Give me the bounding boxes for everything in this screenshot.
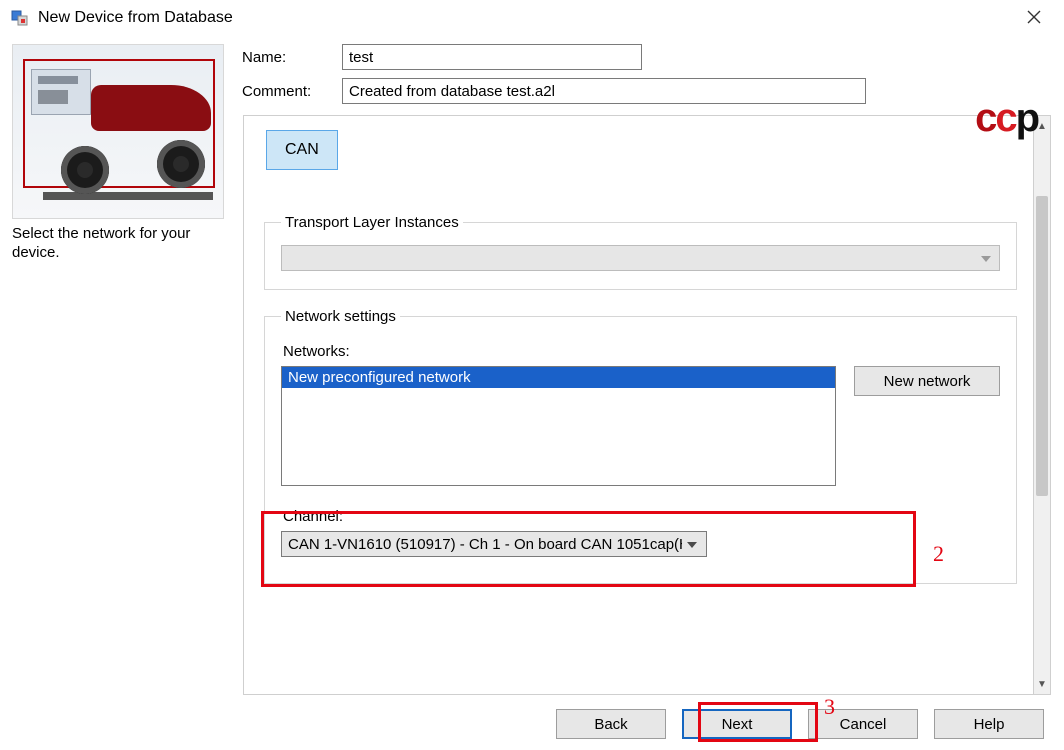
annotation-number-3: 3 [824, 694, 835, 720]
name-label: Name: [242, 49, 342, 66]
wizard-footer: Back Next Cancel Help 3 [0, 698, 1064, 750]
back-button[interactable]: Back [556, 709, 666, 739]
network-settings-group: Network settings Networks: New preconfig… [264, 308, 1017, 584]
networks-listbox[interactable]: New preconfigured network [281, 366, 836, 486]
comment-label: Comment: [242, 83, 342, 100]
protocol-tab-can[interactable]: CAN [266, 130, 338, 170]
wizard-help-text: Select the network for your device. [12, 225, 224, 263]
scroll-thumb[interactable] [1036, 196, 1048, 496]
network-list-item[interactable]: New preconfigured network [282, 367, 835, 388]
scroll-down-icon[interactable]: ▼ [1034, 674, 1050, 694]
name-input[interactable] [342, 44, 642, 70]
transport-layer-legend: Transport Layer Instances [281, 214, 463, 231]
network-settings-legend: Network settings [281, 308, 400, 325]
scroll-track[interactable] [1034, 136, 1050, 674]
settings-panel: CAN Transport Layer Instances Network se… [243, 115, 1033, 695]
wizard-illustration [12, 44, 224, 219]
transport-layer-select [281, 245, 1000, 271]
vertical-scrollbar[interactable]: ▲ ▼ [1033, 115, 1051, 695]
help-button[interactable]: Help [934, 709, 1044, 739]
new-network-button[interactable]: New network [854, 366, 1000, 396]
channel-select[interactable]: CAN 1-VN1610 (510917) - Ch 1 - On board … [281, 531, 707, 557]
channel-label: Channel: [283, 508, 1000, 525]
window-title: New Device from Database [38, 9, 1014, 27]
transport-layer-group: Transport Layer Instances [264, 214, 1017, 290]
comment-input[interactable] [342, 78, 866, 104]
ccp-logo: ccp [975, 96, 1038, 141]
title-bar: New Device from Database [0, 0, 1064, 36]
app-icon [10, 8, 30, 28]
next-button[interactable]: Next [682, 709, 792, 739]
networks-label: Networks: [283, 343, 1000, 360]
annotation-number-2: 2 [933, 541, 944, 567]
close-icon[interactable] [1014, 8, 1054, 29]
